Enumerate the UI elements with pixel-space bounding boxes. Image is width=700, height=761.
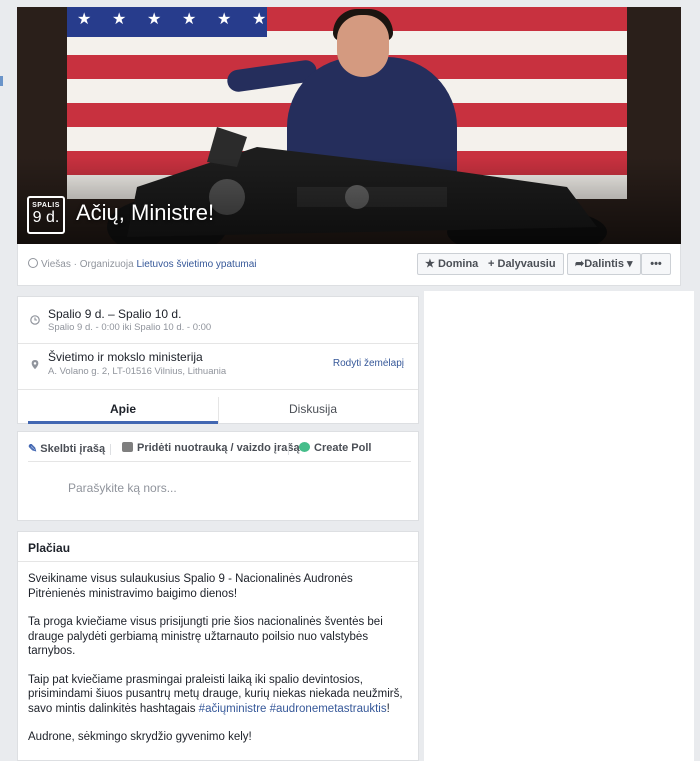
date-month: SPALIS (32, 202, 60, 209)
post-action-label: Skelbti įrašą (40, 443, 106, 455)
hashtag-link-1[interactable]: #ačiųministre (199, 703, 267, 715)
camera-icon (122, 442, 133, 452)
share-label: Dalintis (584, 258, 624, 270)
add-photo-label: Pridėti nuotrauką / vaizdo įrašą (137, 442, 300, 454)
time-row: Spalio 9 d. – Spalio 10 d. Spalio 9 d. -… (18, 297, 418, 343)
going-button[interactable]: + Dalyvausiu (481, 253, 564, 275)
create-poll-button[interactable]: Create Poll (299, 442, 371, 454)
left-edge-marker (0, 76, 3, 86)
about-description: Sveikiname visus sulaukusius Spalio 9 - … (28, 572, 413, 759)
post-action-button[interactable]: ✎ Skelbti įrašą (28, 442, 105, 455)
star-icon: ★ (425, 258, 435, 270)
going-label: Dalyvausiu (497, 258, 556, 270)
event-details-panel: Spalio 9 d. – Spalio 10 d. Spalio 9 d. -… (17, 296, 419, 424)
chevron-down-icon: ▾ (627, 258, 633, 270)
event-title: Ačių, Ministre! (76, 200, 215, 225)
organizer-prefix: · Organizuoja (73, 259, 134, 270)
location-row: Švietimo ir mokslo ministerija A. Volano… (18, 344, 418, 389)
date-badge: SPALIS 9 d. (27, 196, 65, 234)
about-paragraph-1: Sveikiname visus sulaukusius Spalio 9 - … (28, 573, 353, 600)
add-photo-button[interactable]: Pridėti nuotrauką / vaizdo įrašą (122, 442, 300, 454)
globe-icon (28, 258, 38, 268)
pin-icon (31, 360, 39, 370)
event-header-bar: Viešas · Organizuoja Lietuvos švietimo y… (17, 244, 681, 286)
about-paragraph-4: Audrone, sėkmingo skrydžio gyvenimo kely… (28, 731, 252, 743)
about-paragraph-3-end: ! (386, 702, 390, 715)
post-composer: ✎ Skelbti įrašą Pridėti nuotrauką / vaiz… (17, 431, 419, 521)
visibility-label: Viešas (41, 259, 71, 270)
plus-icon: + (488, 258, 495, 270)
date-day: 9 d. (32, 209, 60, 226)
show-map-link[interactable]: Rodyti žemėlapį (333, 358, 404, 369)
share-icon: ➦ (575, 258, 585, 270)
interested-label: Domina (437, 258, 479, 270)
tab-discussion[interactable]: Diskusija (218, 397, 408, 424)
pencil-icon: ✎ (28, 443, 38, 455)
interested-button[interactable]: ★ Domina (417, 253, 487, 275)
time-title: Spalio 9 d. – Spalio 10 d. (48, 307, 182, 321)
time-subtitle: Spalio 9 d. - 0:00 iki Spalio 10 d. - 0:… (48, 322, 212, 333)
create-poll-label: Create Poll (314, 442, 372, 454)
about-panel: Plačiau Sveikiname visus sulaukusius Spa… (17, 531, 419, 761)
more-options-button[interactable]: ••• (641, 253, 671, 275)
event-meta: Viešas · Organizuoja Lietuvos švietimo y… (28, 258, 257, 270)
about-paragraph-2: Ta proga kviečiame visus prisijungti pri… (28, 616, 383, 657)
right-column (424, 291, 694, 761)
organizer-link[interactable]: Lietuvos švietimo ypatumai (136, 259, 256, 270)
poll-icon (299, 442, 310, 452)
clock-icon (30, 315, 40, 325)
place-address: A. Volano g. 2, LT-01516 Vilnius, Lithua… (48, 366, 227, 377)
tab-about[interactable]: Apie (28, 397, 218, 424)
about-paragraph-3: Taip pat kviečiame prasmingai praleisti … (28, 673, 413, 717)
about-heading: Plačiau (28, 541, 71, 555)
hashtag-link-2[interactable]: #audronemetastrauktis (270, 703, 387, 715)
place-title[interactable]: Švietimo ir mokslo ministerija (48, 350, 203, 364)
post-input[interactable]: Parašykite ką nors... (68, 481, 177, 495)
share-button[interactable]: ➦Dalintis ▾ (567, 253, 641, 275)
